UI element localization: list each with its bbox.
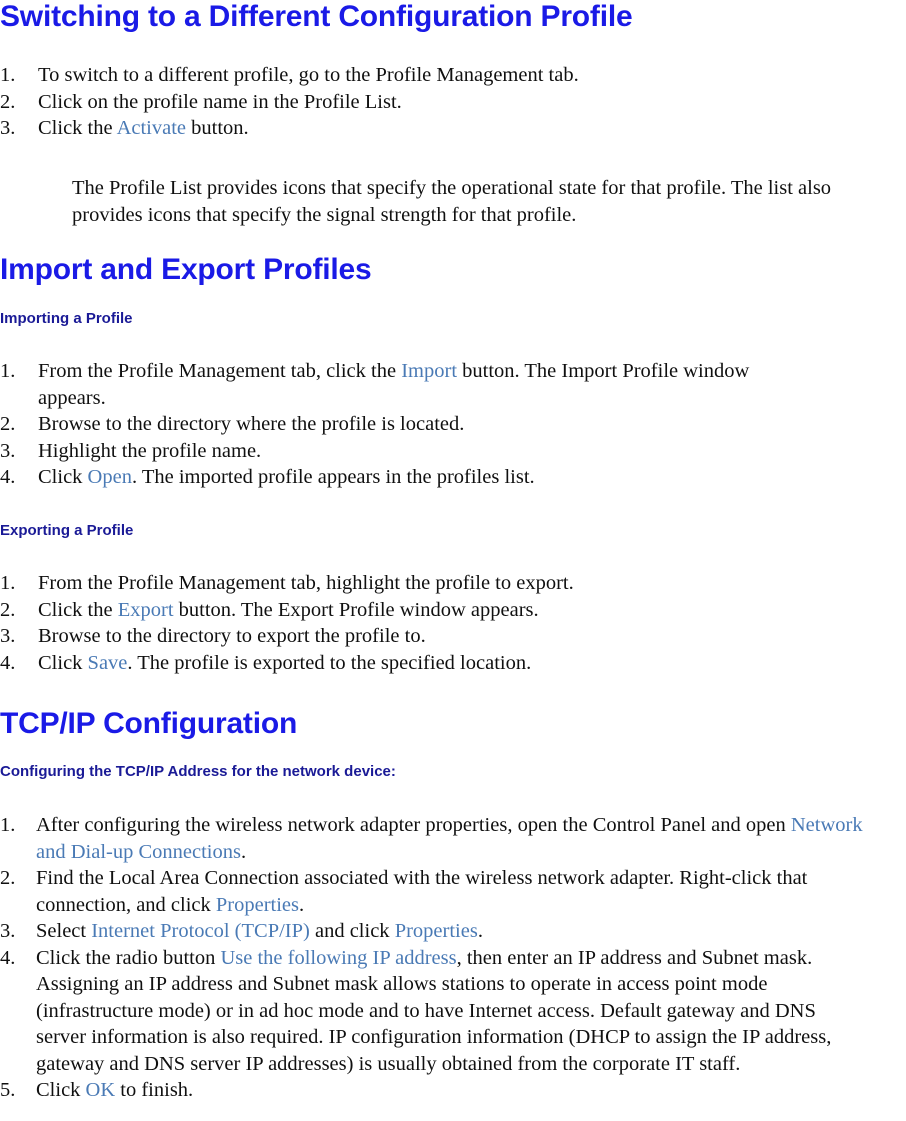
ok-button-reference[interactable]: OK: [86, 1079, 116, 1101]
subheading-exporting-a-profile: Exporting a Profile: [0, 522, 134, 539]
step-text-tail: to finish.: [115, 1079, 194, 1101]
subheading-configuring-tcpip-address: Configuring the TCP/IP Address for the n…: [0, 763, 396, 780]
list-item: 3. Browse to the directory to export the…: [0, 623, 790, 650]
step-text: Click on the profile name in the Profile…: [38, 90, 402, 113]
list-item: 3. Select Internet Protocol (TCP/IP) and…: [0, 918, 864, 945]
list-item: 3. Click the Activate button.: [0, 115, 834, 142]
step-text-tail: . The profile is exported to the specifi…: [127, 651, 532, 674]
list-marker: 3.: [0, 625, 16, 647]
step-text: After configuring the wireless network a…: [36, 814, 791, 836]
step-text-middle: and click: [309, 920, 395, 942]
list-item: 5. Click OK to finish.: [0, 1077, 864, 1104]
list-item: 2. Browse to the directory where the pro…: [0, 411, 790, 438]
step-text: Click the: [38, 117, 117, 139]
list-item: 1. From the Profile Management tab, clic…: [0, 358, 790, 411]
section-heading-tcpip-configuration: TCP/IP Configuration: [0, 707, 298, 740]
list-marker: 1.: [0, 360, 16, 382]
step-text-tail: button.: [186, 117, 249, 139]
switching-steps-list: 1. To switch to a different profile, go …: [0, 62, 834, 142]
list-item-text: Click on the profile name in the Profile…: [38, 89, 834, 116]
step-text: From the Profile Management tab, click t…: [38, 360, 402, 382]
list-marker: 4.: [0, 946, 16, 969]
list-item-text: After configuring the wireless network a…: [36, 812, 864, 865]
list-marker: 1.: [0, 572, 16, 594]
import-button-reference[interactable]: Import: [401, 360, 457, 382]
list-item-text: Click Save. The profile is exported to t…: [38, 650, 790, 677]
list-marker: 4.: [0, 651, 16, 674]
list-item: 1. To switch to a different profile, go …: [0, 62, 834, 89]
list-item-text: Click OK to finish.: [36, 1077, 864, 1104]
step-text-tail: .: [240, 840, 247, 863]
importing-steps-list: 1. From the Profile Management tab, clic…: [0, 358, 790, 491]
step-text: Click: [36, 1079, 86, 1101]
step-text: Click: [38, 651, 88, 674]
step-text: Click the: [38, 598, 118, 621]
list-item: 3. Highlight the profile name.: [0, 438, 790, 465]
list-marker: 1.: [0, 64, 16, 86]
list-item-text: Click the Export button. The Export Prof…: [38, 597, 790, 624]
section-heading-import-export: Import and Export Profiles: [0, 253, 372, 286]
list-item-text: Highlight the profile name.: [38, 438, 790, 465]
list-marker: 3.: [0, 439, 16, 462]
list-item-text: From the Profile Management tab, click t…: [38, 358, 790, 411]
list-item-text: Browse to the directory to export the pr…: [38, 623, 790, 650]
step-text: To switch to a different profile, go to …: [38, 64, 579, 86]
open-button-reference[interactable]: Open: [88, 466, 132, 488]
step-text-tail: .: [299, 893, 305, 916]
list-item-text: Click the radio button Use the following…: [36, 945, 864, 1078]
list-item-text: Click Open. The imported profile appears…: [38, 464, 790, 491]
list-marker: 2.: [0, 867, 16, 889]
list-marker: 3.: [0, 920, 16, 942]
exporting-steps-list: 1. From the Profile Management tab, high…: [0, 570, 790, 676]
list-item-text: Select Internet Protocol (TCP/IP) and cl…: [36, 918, 864, 945]
activate-button-reference[interactable]: Activate: [117, 117, 186, 139]
export-button-reference[interactable]: Export: [118, 599, 174, 621]
list-item-text: From the Profile Management tab, highlig…: [38, 570, 790, 597]
list-item-text: Find the Local Area Connection associate…: [36, 865, 864, 918]
step-text-tail: button. The Export Profile window appear…: [173, 598, 539, 621]
profile-list-description: The Profile List provides icons that spe…: [72, 177, 832, 226]
step-text: From the Profile Management tab, highlig…: [38, 572, 574, 594]
list-item: 1. After configuring the wireless networ…: [0, 812, 864, 865]
use-following-ip-address-radio-reference[interactable]: Use the following IP address: [220, 947, 456, 969]
step-text: Select: [36, 920, 92, 942]
list-marker: 3.: [0, 117, 16, 139]
step-text-tail: . The imported profile appears in the pr…: [131, 466, 535, 488]
properties-button-reference[interactable]: Properties: [395, 920, 478, 942]
properties-menu-reference[interactable]: Properties: [216, 894, 299, 916]
step-text: Find the Local Area Connection associate…: [36, 867, 808, 916]
list-item-text: Browse to the directory where the profil…: [38, 411, 790, 438]
step-text: Highlight the profile name.: [38, 439, 262, 462]
list-marker: 2.: [0, 598, 16, 621]
step-text: Browse to the directory to export the pr…: [38, 625, 426, 647]
list-item: 2. Click on the profile name in the Prof…: [0, 89, 834, 116]
list-item-text: To switch to a different profile, go to …: [38, 62, 834, 89]
list-marker: 1.: [0, 814, 16, 836]
step-text: Click the radio button: [36, 946, 221, 969]
list-item: 4. Click Open. The imported profile appe…: [0, 464, 790, 491]
list-marker: 2.: [0, 413, 16, 435]
subheading-importing-a-profile: Importing a Profile: [0, 310, 133, 327]
list-item: 2. Find the Local Area Connection associ…: [0, 865, 864, 918]
tcpip-steps-list: 1. After configuring the wireless networ…: [0, 812, 864, 1104]
list-marker: 4.: [0, 466, 16, 488]
step-text-tail: .: [477, 920, 483, 942]
step-text: Browse to the directory where the profil…: [38, 413, 465, 435]
list-marker: 2.: [0, 90, 16, 113]
list-item: 1. From the Profile Management tab, high…: [0, 570, 790, 597]
internet-protocol-tcpip-reference[interactable]: Internet Protocol (TCP/IP): [91, 920, 310, 942]
step-text: Click: [38, 466, 88, 488]
document-page: Switching to a Different Configuration P…: [0, 0, 906, 1121]
save-button-reference[interactable]: Save: [88, 652, 128, 674]
page-title: Switching to a Different Configuration P…: [0, 0, 633, 33]
list-item-text: Click the Activate button.: [38, 115, 834, 142]
list-item: 4. Click the radio button Use the follow…: [0, 945, 864, 1078]
list-item: 2. Click the Export button. The Export P…: [0, 597, 790, 624]
list-marker: 5.: [0, 1079, 16, 1101]
list-item: 4. Click Save. The profile is exported t…: [0, 650, 790, 677]
